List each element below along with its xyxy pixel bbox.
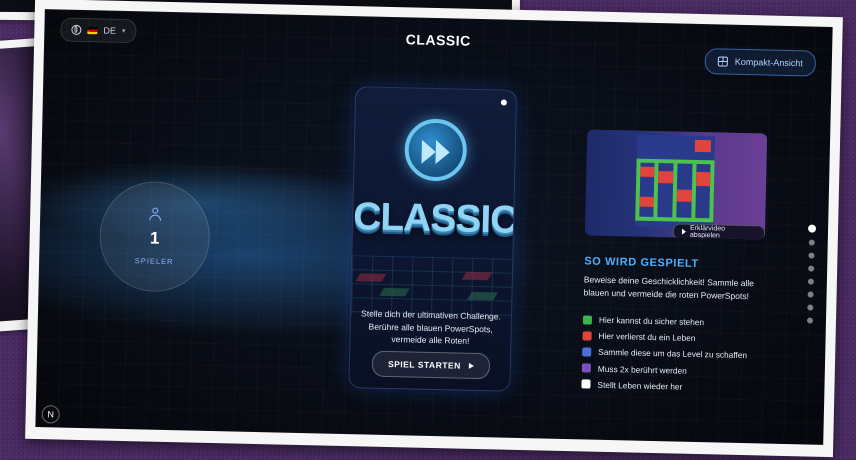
play-tutorial-label: Erklärvideo abspielen	[689, 224, 726, 240]
legend-list: Hier kannst du sicher stehen Hier verlie…	[581, 311, 748, 396]
how-to-play-title: SO WIRD GESPIELT	[584, 255, 699, 271]
play-icon	[681, 228, 687, 235]
pagination-dot-active[interactable]	[807, 224, 817, 233]
red-spot-swatch	[582, 331, 592, 341]
grid-icon	[717, 56, 728, 67]
user-icon	[149, 208, 161, 221]
how-to-play-description: Beweise deine Geschicklichkeit! Sammle a…	[583, 274, 755, 301]
pagination-dot[interactable]	[808, 252, 815, 259]
play-tutorial-video-button[interactable]: Erklärvideo abspielen	[672, 223, 766, 240]
white-spot-swatch	[581, 379, 591, 389]
game-mode-description: Stelle dich der ultimativen Challenge. B…	[360, 308, 502, 346]
game-mode-title: CLASSIC	[352, 195, 518, 242]
fast-forward-emblem-icon	[404, 118, 468, 182]
game-screen: DE ▾ CLASSIC Kompakt-Ansicht 1 SPIELER C…	[35, 9, 833, 445]
photo-frame: DE ▾ CLASSIC Kompakt-Ansicht 1 SPIELER C…	[25, 0, 843, 458]
maze-illustration	[635, 134, 716, 229]
pagination-dot[interactable]	[806, 317, 814, 324]
compact-view-button[interactable]: Kompakt-Ansicht	[704, 48, 817, 77]
game-mode-card[interactable]: CLASSIC Stelle dich der ultimativen Chal…	[348, 86, 518, 392]
blue-spot-swatch	[582, 347, 592, 357]
legend-label: Sammle diese um das Level zu schaffen	[598, 347, 748, 361]
start-game-label: SPIEL STARTEN	[387, 358, 461, 371]
pagination-dot[interactable]	[808, 265, 815, 272]
pagination-dot[interactable]	[807, 291, 814, 298]
legend-label: Hier verlierst du ein Leben	[598, 331, 696, 344]
start-game-button[interactable]: SPIEL STARTEN	[371, 350, 491, 380]
player-count: 1	[149, 228, 160, 248]
legend-label: Stellt Leben wieder her	[597, 379, 683, 392]
player-label: SPIELER	[134, 256, 174, 267]
pagination-dot[interactable]	[807, 278, 814, 285]
play-icon	[468, 362, 474, 369]
purple-spot-swatch	[581, 363, 591, 373]
pagination-dot[interactable]	[807, 304, 814, 311]
legend-label: Hier kannst du sicher stehen	[598, 314, 705, 328]
legend-label: Muss 2x berührt werden	[597, 363, 687, 376]
compact-view-label: Kompakt-Ansicht	[734, 56, 803, 69]
tutorial-video-thumbnail[interactable]: Erklärvideo abspielen	[584, 129, 768, 240]
green-spot-swatch	[582, 314, 593, 325]
pagination-dot[interactable]	[808, 239, 815, 246]
card-indicator-dot	[500, 99, 507, 106]
